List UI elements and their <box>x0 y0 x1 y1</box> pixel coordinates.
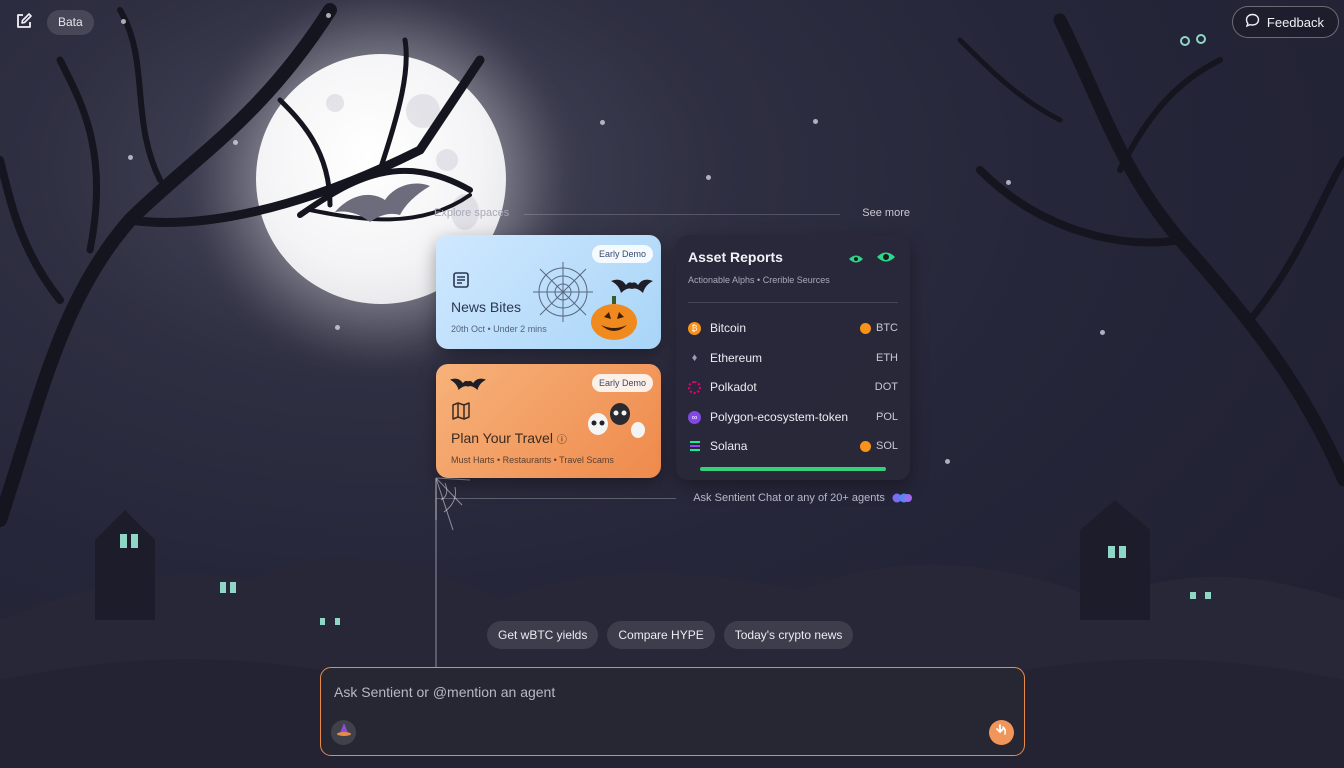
halloween-background <box>0 0 1344 768</box>
explore-spaces-label: Explore spaces <box>434 207 510 219</box>
news-bites-meta: 20th Oct • Under 2 mins <box>451 324 547 334</box>
agent-avatars-icon <box>892 493 912 503</box>
chat-bubble-icon <box>1245 13 1260 31</box>
polygon-icon: ∞ <box>688 410 701 424</box>
map-icon <box>451 402 471 425</box>
asset-row-polygon[interactable]: ∞ Polygon-ecosystem-token POL <box>688 406 898 428</box>
asset-row-solana[interactable]: Solana SOL <box>688 435 898 457</box>
news-bites-card[interactable]: Early Demo News Bites 20th Oct • Under 2… <box>436 235 661 349</box>
eye-icon <box>848 251 864 269</box>
bat-decoration <box>450 376 486 397</box>
pumpkin-decoration <box>589 295 639 346</box>
send-arrow-icon <box>995 723 1009 742</box>
divider <box>688 302 898 303</box>
asset-reports-title: Asset Reports <box>688 249 783 265</box>
suggestion-chip-crypto-news[interactable]: Today's crypto news <box>723 621 854 649</box>
suggestion-chips: Get wBTC yields Compare HYPE Today's cry… <box>487 621 854 649</box>
witch-hat-icon <box>336 722 352 743</box>
asset-reports-card[interactable]: Asset Reports Actionable Alphs • Creribl… <box>676 235 910 480</box>
polkadot-icon <box>688 380 701 394</box>
agents-hint-text: Ask Sentient Chat or any of 20+ agents <box>693 492 912 504</box>
news-bites-title: News Bites <box>451 299 522 315</box>
early-demo-badge: Early Demo <box>591 374 653 392</box>
eyes-icon <box>876 250 896 268</box>
beta-badge: Bata <box>47 10 94 35</box>
early-demo-badge: Early Demo <box>591 245 653 263</box>
solana-icon <box>688 440 701 453</box>
divider <box>524 214 840 215</box>
send-button[interactable] <box>989 720 1014 745</box>
orange-coin-icon <box>860 322 871 334</box>
see-more-link[interactable]: See more <box>862 207 910 219</box>
skull-decoration <box>586 402 646 447</box>
divider <box>436 498 676 499</box>
chat-composer <box>320 667 1025 756</box>
asset-progress-bar <box>700 467 886 471</box>
ethereum-icon: ♦ <box>691 352 698 364</box>
asset-row-ethereum[interactable]: ♦ Ethereum ETH <box>688 347 898 369</box>
agents-hint: Ask Sentient Chat or any of 20+ agents <box>436 492 912 506</box>
asset-reports-subtitle: Actionable Alphs • Crerible Seurces <box>688 275 830 285</box>
info-icon: ⓘ <box>556 435 567 446</box>
new-chat-button[interactable] <box>12 11 36 35</box>
plan-your-travel-title: Plan Your Travel ⓘ <box>451 430 567 446</box>
spiderweb-decoration <box>528 257 598 332</box>
feedback-button[interactable]: Feedback <box>1231 6 1339 38</box>
edit-icon <box>15 12 33 35</box>
bitcoin-icon: ₿ <box>688 321 701 335</box>
bat-decoration <box>611 277 653 300</box>
asset-row-bitcoin[interactable]: ₿ Bitcoin BTC <box>688 317 898 339</box>
suggestion-chip-wbtc-yields[interactable]: Get wBTC yields <box>487 621 599 649</box>
tree-silhouettes <box>0 3 1344 768</box>
agent-picker-button[interactable] <box>331 720 356 745</box>
chat-input[interactable] <box>334 680 974 704</box>
plan-your-travel-meta: Must Harts • Restaurants • Travel Scams <box>451 455 614 465</box>
newspaper-icon <box>451 270 471 295</box>
plan-your-travel-card[interactable]: Early Demo Plan Your Travel ⓘ Must Harts… <box>436 364 661 478</box>
feedback-label: Feedback <box>1266 14 1324 30</box>
suggestion-chip-compare-hype[interactable]: Compare HYPE <box>607 621 715 649</box>
asset-row-polkadot[interactable]: Polkadot DOT <box>688 376 898 398</box>
orange-coin-icon <box>859 440 871 452</box>
explore-spaces-header: Explore spaces See more <box>434 206 910 222</box>
